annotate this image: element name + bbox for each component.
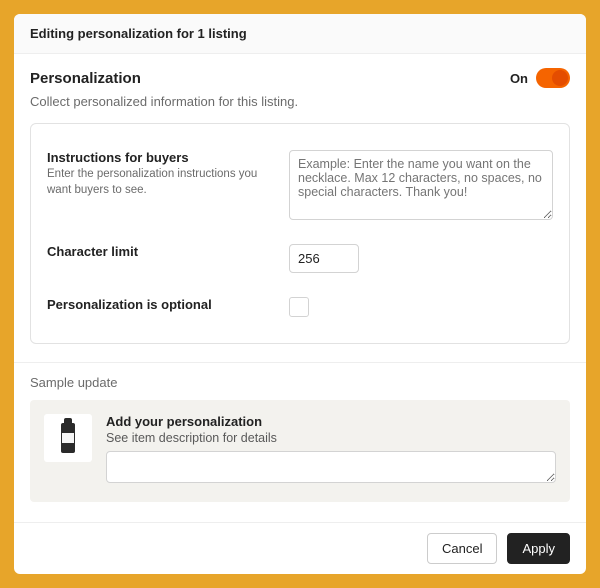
divider: [14, 362, 586, 363]
cancel-button[interactable]: Cancel: [427, 533, 497, 564]
instructions-label-group: Instructions for buyers Enter the person…: [47, 150, 277, 198]
modal-footer: Cancel Apply: [14, 522, 586, 574]
optional-checkbox[interactable]: [289, 297, 309, 317]
instructions-textarea[interactable]: [289, 150, 553, 220]
optional-label-group: Personalization is optional: [47, 297, 277, 314]
optional-row: Personalization is optional: [47, 283, 553, 327]
sample-input[interactable]: [106, 451, 556, 483]
section-header: Personalization On: [30, 68, 570, 88]
instructions-row: Instructions for buyers Enter the person…: [47, 140, 553, 230]
instructions-title: Instructions for buyers: [47, 150, 277, 165]
optional-title: Personalization is optional: [47, 297, 277, 312]
toggle-label: On: [510, 71, 528, 86]
charlimit-input[interactable]: [289, 244, 359, 273]
modal-title: Editing personalization for 1 listing: [14, 14, 586, 54]
toggle-group: On: [510, 68, 570, 88]
charlimit-row: Character limit: [47, 230, 553, 283]
instructions-help: Enter the personalization instructions y…: [47, 167, 277, 198]
apply-button[interactable]: Apply: [507, 533, 570, 564]
sample-heading: Add your personalization: [106, 414, 556, 429]
product-thumbnail: [44, 414, 92, 462]
personalization-modal: Editing personalization for 1 listing Pe…: [14, 14, 586, 574]
sample-sub: See item description for details: [106, 431, 556, 445]
personalization-toggle[interactable]: [536, 68, 570, 88]
section-description: Collect personalized information for thi…: [30, 94, 570, 109]
sample-section-label: Sample update: [30, 375, 570, 390]
section-title: Personalization: [30, 70, 141, 87]
config-box: Instructions for buyers Enter the person…: [30, 123, 570, 344]
charlimit-title: Character limit: [47, 244, 277, 259]
sample-preview: Add your personalization See item descri…: [30, 400, 570, 502]
charlimit-label-group: Character limit: [47, 244, 277, 261]
bottle-icon: [61, 423, 75, 453]
modal-body: Personalization On Collect personalized …: [14, 54, 586, 522]
sample-right: Add your personalization See item descri…: [106, 414, 556, 488]
